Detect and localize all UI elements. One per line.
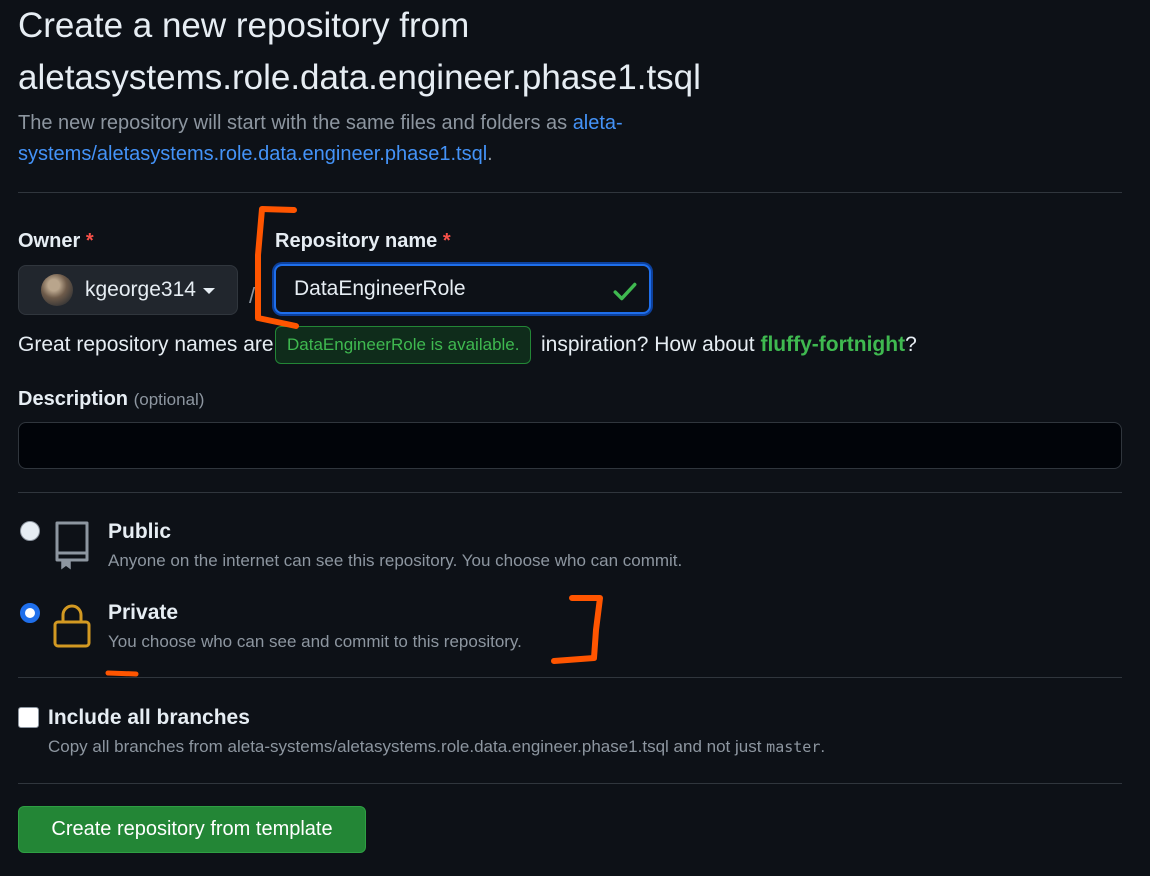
template-repo-title: aletasystems.role.data.engineer.phase1.t… [18,58,701,97]
description-input[interactable] [18,422,1122,469]
availability-tooltip: DataEngineerRole is available. [275,326,532,364]
branches-description-suffix: . [820,737,826,756]
suggested-name-link[interactable]: fluffy-fortnight [760,333,905,356]
include-all-branches-label: Include all branches [48,706,250,729]
divider [18,677,1122,678]
description-label: Description (optional) [18,388,204,411]
name-hint: Great repository names are [18,333,274,356]
create-repository-button[interactable]: Create repository from template [18,806,366,853]
owner-label: Owner * [18,230,94,253]
required-mark: * [442,230,451,252]
private-description: You choose who can see and commit to thi… [108,632,522,651]
page-title: Create a new repository from [18,6,470,45]
repository-name-label: Repository name * [275,230,451,253]
check-icon [613,282,637,301]
required-mark: * [85,230,94,252]
avatar [41,274,73,306]
subtitle-text: The new repository will start with the s… [18,112,573,134]
lock-icon [53,604,91,648]
owner-repo-separator: / [249,283,256,308]
include-all-branches-description: Copy all branches from aleta-systems/ale… [48,737,825,757]
optional-mark: (optional) [133,390,205,409]
public-title: Public [108,520,172,543]
private-title: Private [108,601,179,624]
divider [18,783,1122,784]
repo-icon [55,521,89,570]
chevron-down-icon [202,288,215,294]
owner-dropdown[interactable]: kgeorge314 [18,265,238,315]
owner-label-text: Owner [18,230,81,252]
name-hint-text: inspiration? How about [541,333,761,356]
branch-name: master [766,738,821,756]
subtitle-suffix: . [487,143,493,165]
repository-name-input[interactable] [274,264,651,314]
include-all-branches-checkbox[interactable] [18,707,39,728]
page-subtitle: The new repository will start with the s… [18,108,678,170]
public-radio[interactable] [20,521,40,541]
owner-name: kgeorge314 [85,278,196,301]
name-hint-suggestion-line: inspiration? How about fluffy-fortnight? [541,333,917,357]
divider [18,192,1122,193]
name-hint-suffix: ? [905,333,917,356]
divider [18,492,1122,493]
annotation-underline [105,670,139,677]
branches-description-text: Copy all branches from aleta-systems/ale… [48,737,767,756]
repository-name-label-text: Repository name [275,230,438,252]
description-label-text: Description [18,388,129,410]
private-radio[interactable] [20,603,40,623]
annotation-bracket-right [551,595,603,664]
public-description: Anyone on the internet can see this repo… [108,551,683,570]
